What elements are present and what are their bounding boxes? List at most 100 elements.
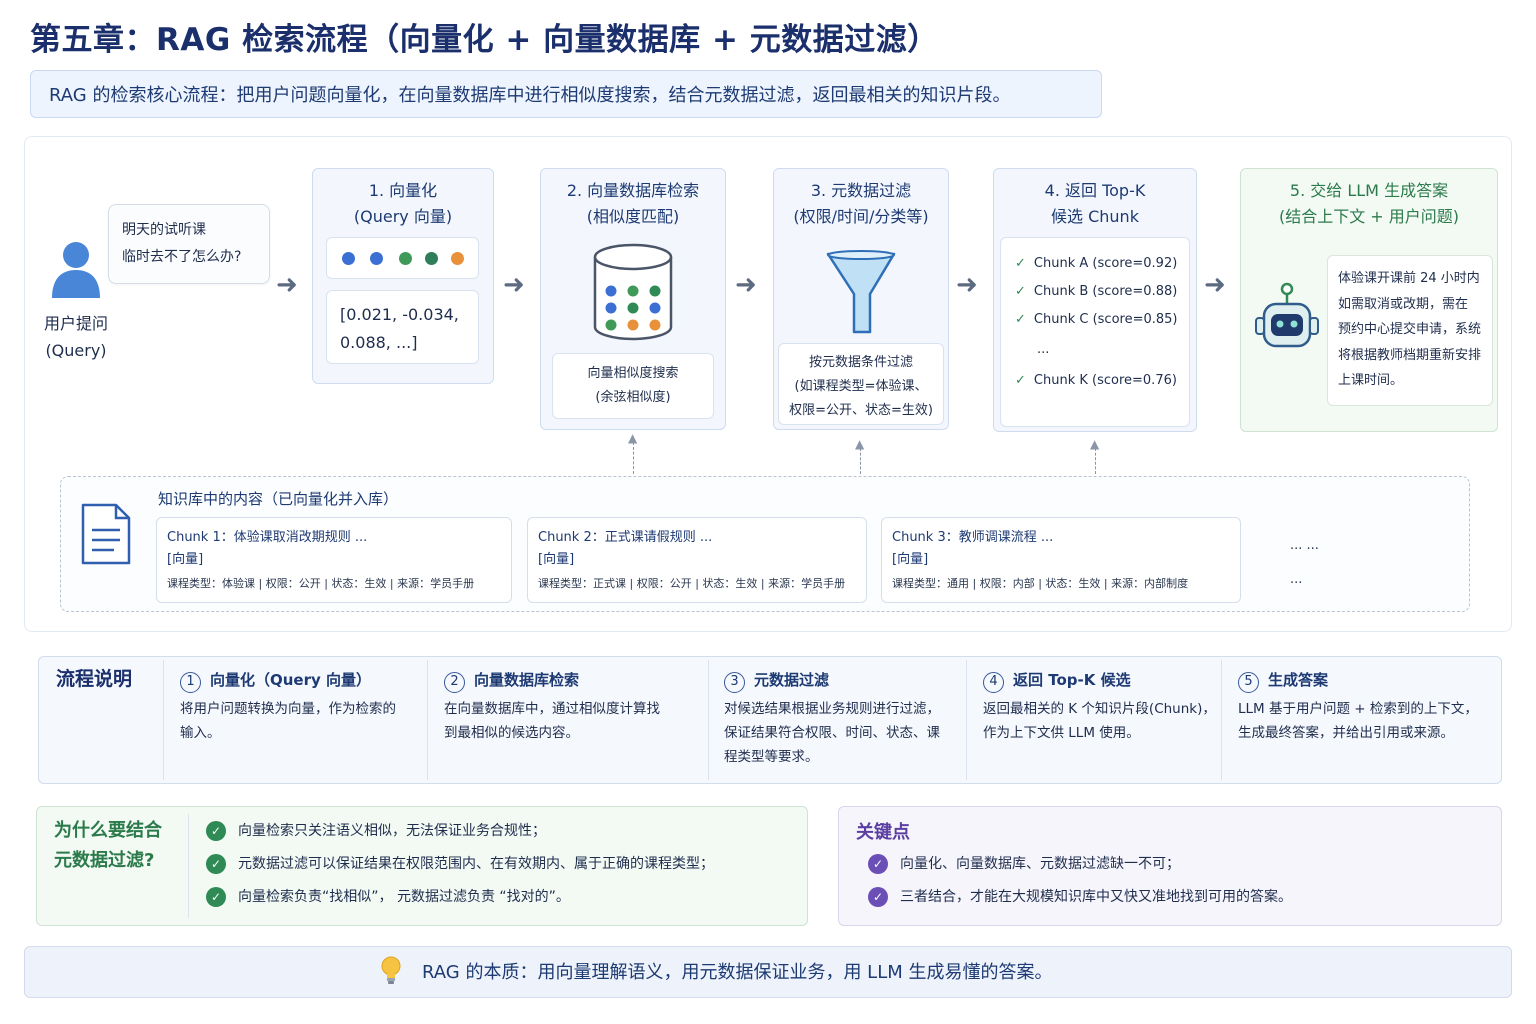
stage-subtitle: (相似度匹配) <box>586 207 680 226</box>
funnel-icon <box>826 250 896 334</box>
check-icon: ✓ <box>1015 373 1026 388</box>
chunk-meta: 课程类型：通用 | 权限：内部 | 状态：生效 | 来源：内部制度 <box>892 577 1189 590</box>
vector-dot <box>451 252 464 265</box>
stage-title: 5. 交给 LLM 生成答案 <box>1289 181 1449 200</box>
step-title: 向量数据库检索 <box>474 671 580 689</box>
kb-chunk-card: Chunk 3：教师调课流程 ... [向量] 课程类型：通用 | 权限：内部 … <box>881 517 1241 603</box>
check-circle-icon: ✓ <box>206 854 226 874</box>
stage-subtitle: 候选 Chunk <box>1051 207 1139 226</box>
chunk-title: Chunk 1：体验课取消改期规则 ... <box>167 530 368 545</box>
kb-more: ... <box>1290 572 1303 587</box>
why-item: ✓ 元数据过滤可以保证结果在权限范围内、在有效期内、属于正确的课程类型； <box>206 853 714 874</box>
topk-ellipsis: ... <box>1037 342 1050 357</box>
kb-link-arrow <box>1095 448 1096 474</box>
step-title: 返回 Top-K 候选 <box>1013 671 1131 689</box>
divider <box>966 660 967 780</box>
arrow-head-icon: ▲ <box>855 437 865 451</box>
step-number: 4 <box>983 672 1004 693</box>
intro-banner: RAG 的检索核心流程：把用户问题向量化，在向量数据库中进行相似度搜索，结合元数… <box>30 70 1102 118</box>
caption-text: (余弦相似度) <box>595 390 671 405</box>
check-icon: ✓ <box>1015 284 1026 299</box>
kb-link-arrow <box>860 448 861 474</box>
caption-text: (如课程类型=体验课、 <box>794 379 928 394</box>
answer-line: 将根据教师档期重新安排 <box>1338 347 1482 363</box>
divider <box>427 660 428 780</box>
arrow-head-icon: ▲ <box>628 431 638 445</box>
topk-list: ✓ Chunk A (score=0.92) ✓ Chunk B (score=0.… <box>1000 237 1190 427</box>
why-item: ✓ 向量检索负责“找相似”， 元数据过滤负责 “找对的”。 <box>206 886 570 907</box>
divider <box>188 814 189 918</box>
chunk-tag: [向量] <box>538 552 575 567</box>
answer-line: 上课时间。 <box>1338 373 1404 388</box>
step-title: 生成答案 <box>1268 671 1329 689</box>
step-number: 2 <box>444 672 465 693</box>
database-icon <box>593 243 673 341</box>
process-step: 1 向量化（Query 向量） 将用户问题转换为向量，作为检索的 输入。 <box>180 671 396 741</box>
step-title: 向量化（Query 向量） <box>210 671 372 689</box>
db-dot <box>605 302 617 314</box>
topk-item: ✓ Chunk A (score=0.92) <box>1015 256 1178 271</box>
process-label: 流程说明 <box>56 668 133 690</box>
step-number: 5 <box>1238 672 1259 693</box>
caption-text: 向量相似度搜索 <box>587 366 679 381</box>
step-number: 3 <box>724 672 745 693</box>
flow-arrow: ➜ <box>276 270 298 300</box>
chunk-tag: [向量] <box>892 552 929 567</box>
process-step: 4 返回 Top-K 候选 返回最相关的 K 个知识片段(Chunk)， 作为上下文… <box>983 671 1216 741</box>
db-dot <box>605 319 617 331</box>
vector-values-box: [0.021, -0.034, 0.088, ...] <box>326 290 479 364</box>
key-point-item: ✓ 向量化、向量数据库、元数据过滤缺一不可； <box>868 853 1180 874</box>
check-circle-icon: ✓ <box>206 887 226 907</box>
lightbulb-icon <box>381 956 401 984</box>
topk-item: ✓ Chunk C (score=0.85) <box>1015 312 1178 327</box>
divider <box>163 660 164 780</box>
vector-values: 0.088, ...] <box>340 333 418 352</box>
process-step: 2 向量数据库检索 在向量数据库中，通过相似度计算找 到最相似的候选内容。 <box>444 671 660 741</box>
stage-title: 4. 返回 Top-K <box>1044 181 1146 200</box>
why-item: ✓ 向量检索只关注语义相似，无法保证业务合规性； <box>206 820 546 841</box>
robot-icon <box>1255 282 1319 348</box>
vector-dot <box>425 252 438 265</box>
vector-values: [0.021, -0.034, <box>340 305 459 324</box>
db-dot <box>649 285 661 297</box>
answer-line: 预约中心提交申请，系统 <box>1338 322 1482 337</box>
flow-arrow: ➜ <box>503 270 525 300</box>
stage-title: 1. 向量化 <box>368 181 438 200</box>
key-points-title: 关键点 <box>856 822 910 843</box>
document-icon <box>81 503 131 565</box>
chunk-meta: 课程类型：体验课 | 权限：公开 | 状态：生效 | 来源：学员手册 <box>167 577 475 590</box>
stage-subtitle: (Query 向量) <box>353 207 453 226</box>
similarity-caption-box: 向量相似度搜索 (余弦相似度) <box>552 353 714 419</box>
step-title: 元数据过滤 <box>754 671 830 689</box>
db-dot <box>627 285 639 297</box>
topk-item: ✓ Chunk B (score=0.88) <box>1015 284 1178 299</box>
db-dot <box>627 302 639 314</box>
summary-text: RAG 的本质：用向量理解语义，用元数据保证业务，用 LLM 生成易懂的答案。 <box>422 962 1053 983</box>
db-dot <box>649 302 661 314</box>
caption-text: 权限=公开、状态=生效) <box>789 403 933 418</box>
kb-title: 知识库中的内容（已向量化并入库） <box>158 490 399 508</box>
divider <box>708 660 709 780</box>
vector-dot <box>370 252 383 265</box>
why-title: 为什么要结合 元数据过滤? <box>54 820 162 871</box>
kb-link-arrow <box>633 442 634 474</box>
stage-title: 2. 向量数据库检索 <box>566 181 700 200</box>
chunk-title: Chunk 3：教师调课流程 ... <box>892 530 1054 545</box>
filter-caption-box: 按元数据条件过滤 (如课程类型=体验课、 权限=公开、状态=生效) <box>778 343 944 425</box>
page-title: 第五章：RAG 检索流程（向量化 + 向量数据库 + 元数据过滤） <box>30 22 939 58</box>
stage-title: 3. 元数据过滤 <box>810 181 912 200</box>
flow-arrow: ➜ <box>735 270 757 300</box>
vector-dot <box>399 252 412 265</box>
user-icon <box>52 242 100 298</box>
chunk-tag: [向量] <box>167 552 204 567</box>
stage-subtitle: (权限/时间/分类等) <box>793 207 929 226</box>
check-icon: ✓ <box>1015 312 1026 327</box>
user-question-bubble: 明天的试听课 临时去不了怎么办? <box>108 204 270 284</box>
kb-chunk-card: Chunk 1：体验课取消改期规则 ... [向量] 课程类型：体验课 | 权限… <box>156 517 512 603</box>
caption-text: 按元数据条件过滤 <box>808 355 913 370</box>
vector-dot <box>342 252 355 265</box>
llm-answer-box: 体验课开课前 24 小时内 如需取消或改期，需在 预约中心提交申请，系统 将根据… <box>1327 255 1493 406</box>
check-icon: ✓ <box>1015 256 1026 271</box>
answer-line: 如需取消或改期，需在 <box>1338 296 1469 312</box>
vector-dots-box <box>326 237 479 279</box>
